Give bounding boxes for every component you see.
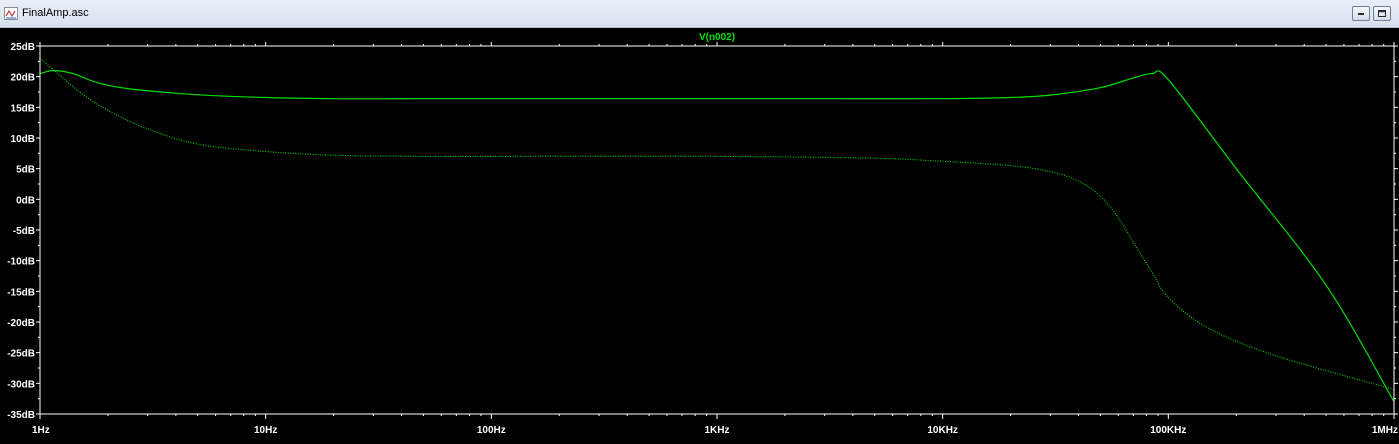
- y-tick-label: -25dB: [7, 349, 35, 360]
- trace-magnitude: [39, 69, 1395, 403]
- y-tick-label: -15dB: [7, 287, 35, 298]
- y-tick-label: 5dB: [16, 165, 35, 176]
- window-title: FinalAmp.asc: [22, 7, 89, 19]
- x-tick-label: 10Hz: [254, 425, 277, 436]
- x-tick-label: 10KHz: [927, 425, 958, 436]
- traces: [39, 57, 1395, 403]
- restore-icon: [1358, 13, 1364, 15]
- y-tick-label: -30dB: [7, 379, 35, 390]
- y-tick-label: -5dB: [13, 226, 35, 237]
- x-tick-label: 100Hz: [477, 425, 506, 436]
- y-tick-label: -10dB: [7, 257, 35, 268]
- maximize-icon: [1378, 10, 1386, 17]
- x-tick-label: 1Hz: [32, 425, 50, 436]
- bode-plot[interactable]: V(n002) 25dB 20dB 15dB 10dB 5dB 0dB -5dB -10dB -…: [0, 28, 1399, 444]
- schematic-icon: [4, 7, 18, 20]
- plot-border: [39, 45, 1395, 415]
- restore-button[interactable]: [1352, 6, 1370, 21]
- chart-title: V(n002): [699, 32, 735, 43]
- y-tick-label: -20dB: [7, 318, 35, 329]
- y-tick-label: 20dB: [11, 73, 35, 84]
- plot-area[interactable]: V(n002) 25dB 20dB 15dB 10dB 5dB 0dB -5dB -10dB -…: [0, 28, 1399, 444]
- y-tick-label: 0dB: [16, 195, 35, 206]
- x-tick-label: 1MHz: [1372, 425, 1398, 436]
- y-tick-label: 10dB: [11, 134, 35, 145]
- x-tick-label: 100KHz: [1150, 425, 1186, 436]
- x-axis-ticks: 1Hz 10Hz 100Hz 1KHz 10KHz 100KHz 1MHz: [32, 42, 1398, 436]
- y-tick-label: -35dB: [7, 410, 35, 421]
- maximize-button[interactable]: [1373, 6, 1391, 21]
- window-titlebar[interactable]: FinalAmp.asc: [0, 0, 1399, 28]
- y-tick-label: 25dB: [11, 42, 35, 53]
- y-tick-label: 15dB: [11, 103, 35, 114]
- x-tick-label: 1KHz: [704, 425, 729, 436]
